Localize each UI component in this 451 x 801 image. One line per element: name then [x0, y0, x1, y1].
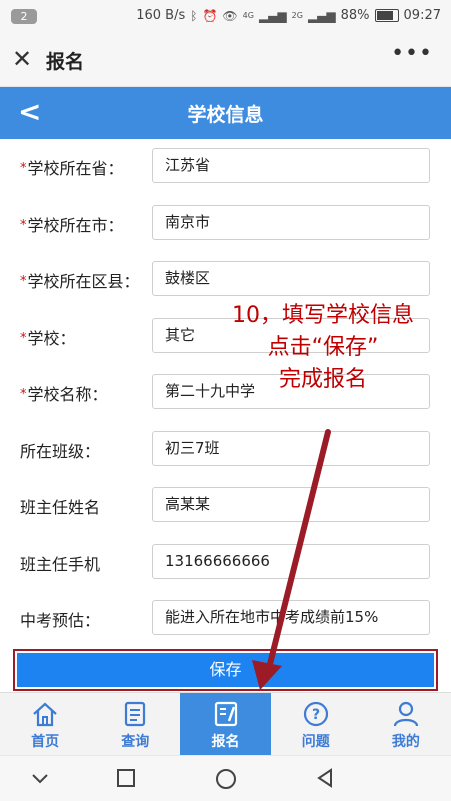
- tab-label: 报名: [211, 734, 240, 750]
- annotation-line: 完成报名: [278, 367, 367, 392]
- tab-query[interactable]: 查询: [90, 693, 180, 756]
- nav-home-icon[interactable]: [215, 768, 237, 790]
- tab-label: 查询: [121, 734, 150, 750]
- annotation-text: 10，填写学校信息 点击“保存” 完成报名: [195, 300, 451, 396]
- tab-label: 我的: [391, 734, 420, 750]
- nav-recents-icon[interactable]: [116, 768, 136, 788]
- document-icon: [125, 701, 146, 727]
- tab-signup[interactable]: 报名: [180, 693, 271, 756]
- user-icon: [393, 701, 419, 727]
- question-icon: ?: [303, 701, 328, 727]
- annotation-line: 点击“保存”: [267, 335, 379, 360]
- annotation-line: 10，填写学校信息: [232, 303, 414, 328]
- tab-home[interactable]: 首页: [0, 693, 90, 756]
- nav-back-icon[interactable]: [315, 768, 335, 788]
- system-nav-bar: [0, 755, 451, 801]
- annotation-arrow: [252, 429, 331, 690]
- tab-label: 问题: [301, 734, 330, 750]
- tab-mine[interactable]: 我的: [361, 693, 451, 756]
- svg-text:?: ?: [312, 707, 320, 723]
- signup-icon: [214, 701, 237, 727]
- tab-label: 首页: [31, 734, 60, 750]
- tab-questions[interactable]: ? 问题: [271, 693, 361, 756]
- tab-bar: 首页 查询 报名 ? 问题 我的: [0, 692, 451, 756]
- nav-hide-icon[interactable]: [30, 768, 50, 788]
- home-icon: [33, 702, 57, 727]
